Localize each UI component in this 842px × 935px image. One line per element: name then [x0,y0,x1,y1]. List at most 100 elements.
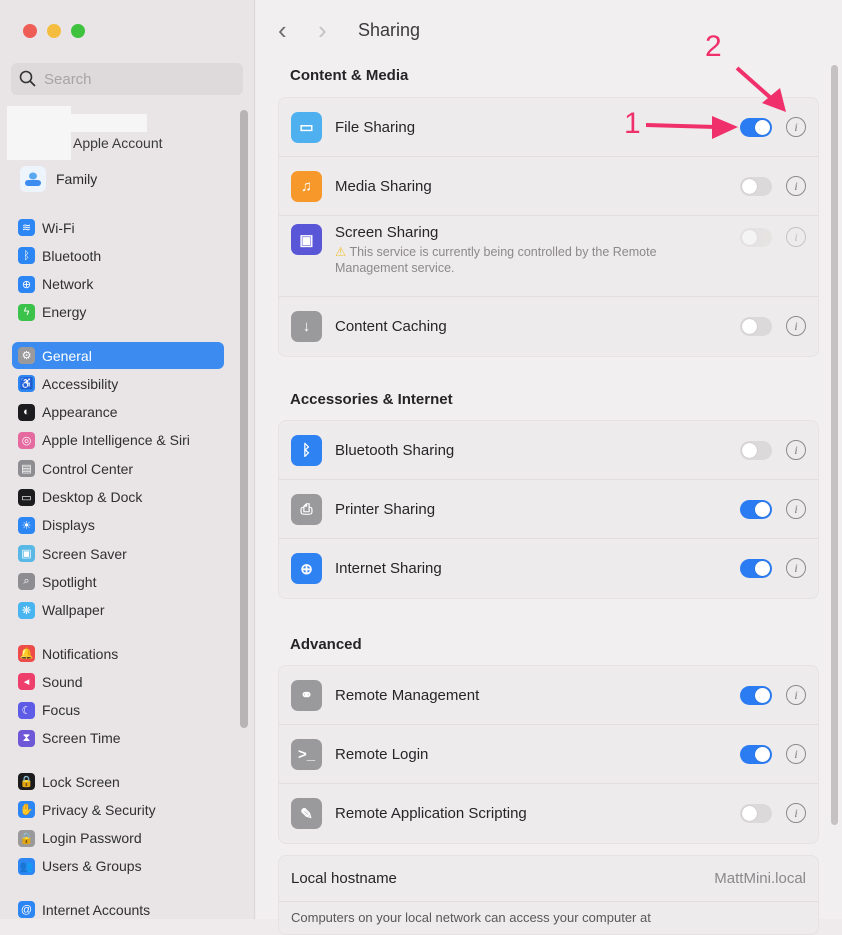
sidebar-item-displays[interactable]: ☀ Displays [12,512,224,539]
setting-label: Content Caching [335,318,447,335]
info-icon[interactable]: i [786,744,806,764]
window-controls [23,24,85,38]
sidebar-item-apple-intelligence-siri[interactable]: ◎ Apple Intelligence & Siri [12,427,224,454]
sidebar-item-label: Network [42,276,94,293]
toggle-switch[interactable] [740,441,772,460]
search-input[interactable] [44,70,234,88]
siri-icon: ◎ [18,431,35,449]
desktop-dock-icon: ▭ [18,488,35,506]
binoculars-icon: ⚭ [291,679,322,711]
hostname-label: Local hostname [291,870,397,887]
sidebar-item-desktop-dock[interactable]: ▭ Desktop & Dock [12,484,224,511]
toggle-switch[interactable] [740,804,772,823]
screen-sharing-icon: ▣ [291,224,322,255]
screen-saver-icon: ▣ [18,545,35,563]
appearance-icon: ◐ [18,403,35,421]
info-icon[interactable]: i [786,499,806,519]
sidebar-item-label: Bluetooth [42,247,102,264]
sidebar-item-accessibility[interactable]: ♿ Accessibility [12,370,224,397]
hostname-description: Computers on your local network can acce… [291,910,651,925]
toggle-switch[interactable] [740,686,772,705]
toggle-switch[interactable] [740,228,772,247]
sidebar-item-wallpaper[interactable]: ❋ Wallpaper [12,597,224,624]
apple-account-label[interactable]: Apple Account [73,135,163,151]
internet-accounts-icon: @ [18,901,35,918]
setting-label: File Sharing [335,118,416,136]
energy-bolt-icon: ϟ [18,303,35,321]
sidebar-item-family[interactable]: Family [20,166,97,192]
section-heading: Content & Media [290,67,409,84]
sidebar-item-notifications[interactable]: 🔔 Notifications [12,640,224,667]
setting-row-remote-management: ⚭ Remote Management i [279,666,818,725]
sidebar-item-bluetooth[interactable]: ᛒ Bluetooth [12,242,224,269]
sidebar-item-focus[interactable]: ☾ Focus [12,697,224,724]
info-icon[interactable]: i [786,558,806,578]
wallpaper-icon: ❋ [18,601,35,619]
toggle-switch[interactable] [740,317,772,336]
sidebar-item-energy[interactable]: ϟ Energy [12,299,224,326]
sidebar-item-label: Control Center [42,460,134,477]
network-globe-icon: ⊕ [18,275,35,293]
navigation-bar: ‹ › Sharing [278,16,420,44]
info-icon[interactable]: i [786,440,806,460]
general-gear-icon: ⚙ [18,347,35,364]
sidebar-item-spotlight[interactable]: ⌕ Spotlight [12,568,224,595]
zoom-button[interactable] [71,24,85,38]
sidebar-item-label: Login Password [42,830,142,847]
setting-row-remote-login: >_ Remote Login i [279,725,818,784]
setting-label: Printer Sharing [335,500,436,518]
sidebar: Apple Account Family ≋ Wi-Fi ᛒ Bluetooth ⊕ Ne… [0,0,255,919]
sidebar-item-users-groups[interactable]: 👥 Users & Groups [12,853,224,880]
sidebar-item-sound[interactable]: ◂ Sound [12,668,224,695]
toggle-switch[interactable] [740,559,772,578]
close-button[interactable] [23,24,37,38]
toggle-switch[interactable] [740,745,772,764]
users-groups-icon: 👥 [18,857,35,875]
sidebar-item-label: Appearance [42,404,118,421]
setting-label: Remote Management [335,686,480,704]
sidebar-item-label: Desktop & Dock [42,489,143,505]
sidebar-scrollbar[interactable] [240,110,248,728]
sidebar-item-general[interactable]: ⚙ General [12,342,224,369]
toggle-switch[interactable] [740,177,772,196]
warning-text: This service is currently being controll… [335,245,657,275]
toggle-switch[interactable] [740,500,772,519]
sidebar-item-login-password[interactable]: 🔒 Login Password [12,825,224,852]
sidebar-item-appearance[interactable]: ◐ Appearance [12,399,224,426]
sidebar-item-network[interactable]: ⊕ Network [12,271,224,298]
sidebar-item-wi-fi[interactable]: ≋ Wi-Fi [12,214,224,241]
privacy-hand-icon: ✋ [18,801,35,819]
setting-label: Screen Sharing [335,224,439,241]
section-card: ᛒ Bluetooth Sharing i ⎙ Printer Sharing i ⊕ Int… [278,420,819,599]
setting-label: Remote Application Scripting [335,805,527,822]
control-center-icon: ▤ [18,460,35,478]
sidebar-item-label: General [42,347,92,364]
minimize-button[interactable] [47,24,61,38]
info-icon[interactable]: i [786,685,806,705]
sidebar-item-control-center[interactable]: ▤ Control Center [12,455,224,482]
sidebar-item-screen-time[interactable]: ⧗ Screen Time [12,725,224,752]
info-icon[interactable]: i [786,316,806,336]
annotation-number-2: 2 [705,30,722,63]
setting-row-media-sharing: ♫ Media Sharing i [279,157,818,216]
forward-button[interactable]: › [318,16,358,44]
internet-globe-icon: ⊕ [291,553,322,584]
info-icon[interactable]: i [786,117,806,137]
displays-icon: ☀ [18,516,35,534]
bluetooth-sharing-icon: ᛒ [291,434,322,466]
sidebar-item-label: Users & Groups [42,858,142,875]
info-icon[interactable]: i [786,176,806,196]
sidebar-item-privacy-security[interactable]: ✋ Privacy & Security [12,796,224,823]
main-pane: ‹ › Sharing Content & Media ▭ File Sharing… [256,0,842,935]
content-caching-icon: ↓ [291,311,322,342]
spotlight-icon: ⌕ [18,573,35,591]
search-field[interactable] [11,63,243,95]
terminal-icon: >_ [291,738,322,770]
info-icon[interactable]: i [786,803,806,823]
sidebar-item-screen-saver[interactable]: ▣ Screen Saver [12,540,224,567]
toggle-switch[interactable] [740,118,772,137]
info-icon[interactable]: i [786,227,806,247]
back-button[interactable]: ‹ [278,16,318,44]
sidebar-item-lock-screen[interactable]: 🔒 Lock Screen [12,768,224,795]
main-scrollbar[interactable] [831,65,838,825]
